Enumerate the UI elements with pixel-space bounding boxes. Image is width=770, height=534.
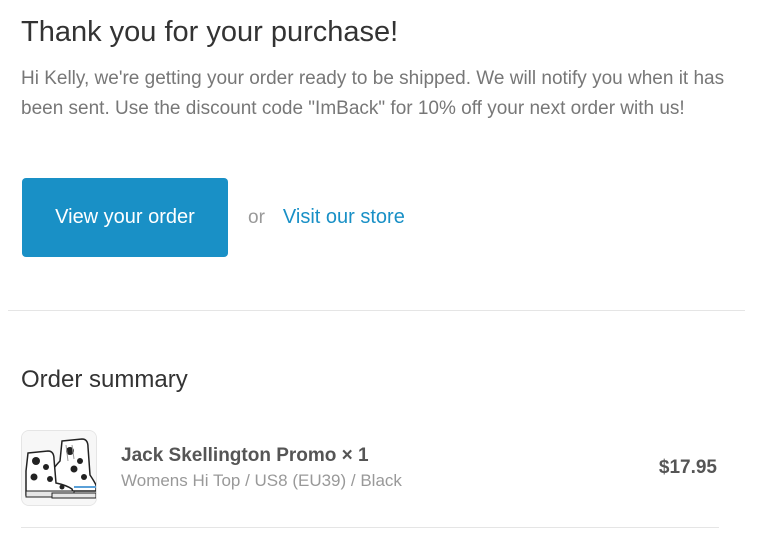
order-line-item: Jack Skellington Promo × 1 Womens Hi Top… [21,429,719,507]
view-order-button[interactable]: View your order [22,178,228,257]
product-image [21,430,97,506]
product-info: Jack Skellington Promo × 1 Womens Hi Top… [121,443,659,493]
order-summary-title: Order summary [21,366,188,393]
order-actions: View your order or Visit our store [22,178,405,257]
visit-store-link[interactable]: Visit our store [283,206,405,229]
product-price: $17.95 [658,457,717,478]
page-title: Thank you for your purchase! [21,16,399,48]
section-divider [8,310,745,311]
confirmation-message: Hi Kelly, we're getting your order ready… [21,68,725,119]
order-confirmation-page: Thank you for your purchase! Hi Kelly, w… [0,0,770,534]
confirmation-header: Thank you for your purchase! Hi Kelly, w… [21,14,741,124]
or-separator: or [248,206,265,228]
sneaker-product-icon [22,431,96,505]
product-variant: Womens Hi Top / US8 (EU39) / Black [121,471,402,490]
product-name: Jack Skellington Promo × 1 [121,445,369,466]
line-item-divider [21,527,719,528]
